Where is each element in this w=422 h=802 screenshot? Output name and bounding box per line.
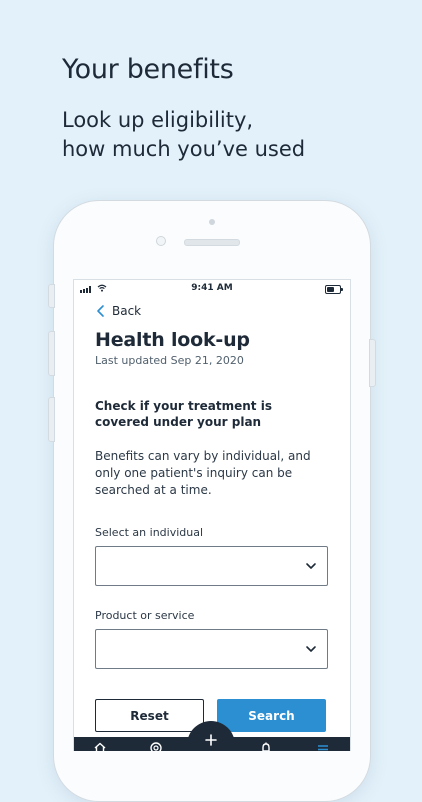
battery-icon [325, 285, 343, 294]
product-select[interactable] [95, 629, 328, 669]
status-time: 9:41 AM [191, 283, 233, 293]
individual-select[interactable] [95, 546, 328, 586]
phone-volume-down [48, 397, 55, 442]
phone-screen: 9:41 AM Back Health look-up Last updated… [73, 279, 351, 751]
info-text: Benefits can vary by individual, and onl… [95, 449, 311, 497]
plus-icon [205, 734, 217, 746]
last-updated-text: Last updated Sep 21, 2020 [95, 354, 244, 367]
chevron-left-icon [97, 305, 104, 317]
back-button-label: Back [112, 304, 142, 318]
status-bar: 9:41 AM [74, 280, 350, 298]
coverage-question: Check if your treatment is covered under… [95, 399, 272, 429]
chevron-down-icon [306, 563, 316, 569]
individual-field-label: Select an individual [95, 526, 204, 539]
page-title: Health look-up [95, 329, 250, 351]
product-field-label: Product or service [95, 609, 195, 622]
promo-subline-line-2: how much you’ve used [62, 137, 306, 161]
phone-mute-switch [48, 284, 55, 308]
phone-power-button [369, 339, 376, 387]
reset-button[interactable]: Reset [95, 699, 204, 732]
phone-camera [209, 219, 215, 225]
phone-speaker [184, 239, 240, 246]
back-button[interactable]: Back [94, 304, 141, 318]
promo-subline-line-1: Look up eligibility, [62, 108, 254, 132]
chevron-down-icon [306, 646, 316, 652]
phone-volume-up [48, 331, 55, 376]
promo-headline: Your benefits [62, 54, 234, 85]
promo-subline: Look up eligibility, how much you’ve use… [62, 106, 305, 164]
search-button[interactable]: Search [217, 699, 326, 732]
phone-front-lens [156, 236, 166, 246]
